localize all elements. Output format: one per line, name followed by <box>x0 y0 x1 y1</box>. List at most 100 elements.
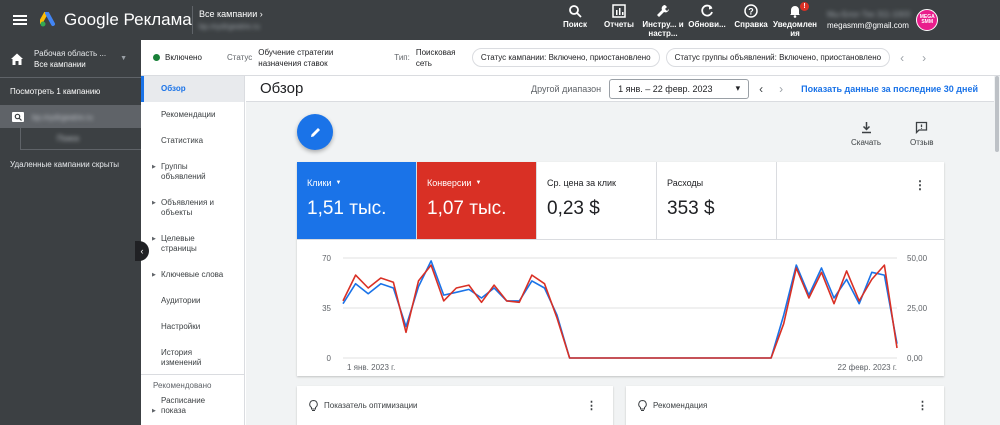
metric-conversions[interactable]: Конверсии ▼ 1,07 тыс. <box>417 162 537 239</box>
more-vert-icon[interactable]: ⋮ <box>586 399 597 412</box>
scrollbar-thumb[interactable] <box>995 76 999 152</box>
nav-item-overview[interactable]: Обзор <box>141 76 244 102</box>
nav-item-ad-groups[interactable]: ▶ Группы объявлений <box>141 162 225 182</box>
main-content: Обзор Другой диапазон 1 янв. – 22 февр. … <box>246 76 1000 425</box>
metric-value: 0,23 $ <box>547 198 600 219</box>
expand-arrow-icon: ▶ <box>152 200 156 206</box>
nav-item-keywords[interactable]: ▶ Ключевые слова <box>141 270 244 280</box>
type-value: Поисковая сеть <box>416 47 466 69</box>
nav-item-settings[interactable]: Настройки <box>141 322 244 332</box>
type-label: Тип: <box>394 53 410 62</box>
more-vert-icon[interactable]: ⋮ <box>914 162 944 239</box>
chevron-left-icon[interactable]: ‹ <box>900 51 904 65</box>
metric-clicks[interactable]: Клики ▼ 1,51 тыс. <box>297 162 417 239</box>
chevron-right-icon[interactable]: › <box>922 51 926 65</box>
chart-y-tick-right: 0,00 <box>907 354 923 363</box>
menu-icon[interactable] <box>0 0 40 40</box>
top-actions: Поиск Отчеты Инстру... и настр... Обнови… <box>553 0 817 40</box>
expand-arrow-icon: ▶ <box>152 408 156 414</box>
tools-button[interactable]: Инстру... и настр... <box>641 4 685 38</box>
expand-arrow-icon: ▶ <box>152 164 156 170</box>
metric-label: Ср. цена за клик <box>547 178 616 188</box>
previous-range-button[interactable]: ‹ <box>759 82 763 96</box>
recommendation-card: Рекомендация ⋮ <box>626 386 944 425</box>
edit-fab-button[interactable] <box>297 114 333 150</box>
metric-value: 353 $ <box>667 198 715 219</box>
notifications-button-label: Уведомлен ия <box>773 20 817 38</box>
type-value-line1: Поисковая <box>415 47 456 57</box>
pencil-icon <box>310 127 320 137</box>
nav-item-label: Расписание показа <box>161 396 206 415</box>
view-campaigns-link[interactable]: Посмотреть 1 кампанию <box>0 78 141 106</box>
campaign-switcher[interactable]: Все кампании › bp.mydrgeatre.ru <box>193 9 553 31</box>
tools-icon <box>657 5 669 17</box>
nav-item-insights[interactable]: Статистика <box>141 136 244 146</box>
logo[interactable]: Google Реклама <box>40 10 192 30</box>
search-button[interactable]: Поиск <box>553 4 597 29</box>
account-email: megasmm@gmail.com <box>827 21 909 30</box>
feedback-label: Отзыв <box>910 138 934 147</box>
feedback-button[interactable]: Отзыв <box>910 121 934 147</box>
chart-x-tick: 1 янв. 2023 г. <box>347 363 395 372</box>
page-scrollbar[interactable] <box>994 76 1000 425</box>
help-button[interactable]: ? Справка <box>729 4 773 29</box>
chart-y-tick-right: 25,00 <box>907 304 928 313</box>
notifications-button[interactable]: ! Уведомлен ия <box>773 2 817 38</box>
nav-item-change-history[interactable]: История изменений <box>141 348 225 368</box>
reports-button-label: Отчеты <box>604 20 634 29</box>
avatar[interactable]: MEGA SMM <box>916 9 939 31</box>
metric-cost[interactable]: Расходы 353 $ <box>657 162 777 239</box>
chart-y-tick-right: 50,00 <box>907 254 928 263</box>
nav-item-label: История изменений <box>161 348 202 367</box>
top-bar: Google Реклама Все кампании › bp.mydrgea… <box>0 0 1000 40</box>
workspace-label: Рабочая область ... <box>34 48 107 58</box>
account-menu[interactable]: Мы-Блог-Тех 311-1003 megasmm@gmail.com M… <box>827 9 939 31</box>
campaign-status-filter-chip[interactable]: Статус кампании: Включено, приостановлен… <box>471 48 660 67</box>
chart-y-tick-left: 0 <box>327 354 332 363</box>
refresh-button[interactable]: Обнови... <box>685 4 729 29</box>
sidebar-item-adgroup[interactable]: Поиск <box>20 128 141 150</box>
lightbulb-icon <box>309 400 318 411</box>
status-dot-icon <box>153 54 160 61</box>
nav-item-label: Обзор <box>161 84 186 93</box>
workspace-selector[interactable]: Рабочая область ... Все кампании ▼ <box>0 40 141 78</box>
nav-item-landing-pages[interactable]: ▶ Целевые страницы <box>141 234 225 254</box>
nav-item-label: Целевые страницы <box>161 234 197 253</box>
date-range-label: Другой диапазон <box>530 83 602 94</box>
expand-arrow-icon: ▶ <box>152 272 156 278</box>
logo-text: Google Реклама <box>64 10 192 29</box>
enabled-status[interactable]: Включено <box>141 53 227 62</box>
lightbulb-icon <box>638 400 647 411</box>
download-button[interactable]: Скачать <box>851 121 881 147</box>
nav-item-label: Настройки <box>161 322 201 331</box>
campaign-switcher-account: bp.mydrgeatre.ru <box>199 22 260 31</box>
metric-avg-cpc[interactable]: Ср. цена за клик 0,23 $ <box>537 162 657 239</box>
nav-item-audiences[interactable]: Аудитории <box>141 296 244 306</box>
nav-item-label: Аудитории <box>161 296 201 305</box>
home-icon <box>11 53 23 65</box>
page-title: Обзор <box>260 80 304 97</box>
sidebar-item-campaign[interactable]: bp.mydrgeatre.ru <box>0 106 141 128</box>
more-vert-icon[interactable]: ⋮ <box>917 399 928 412</box>
reports-button[interactable]: Отчеты <box>597 4 641 29</box>
search-button-label: Поиск <box>562 20 587 29</box>
tools-button-label: Инстру... и настр... <box>642 20 684 38</box>
adgroup-status-filter-chip[interactable]: Статус группы объявлений: Включено, прио… <box>665 48 891 67</box>
chart-y-tick-left: 70 <box>322 254 331 263</box>
recommendation-title: Рекомендация <box>653 401 708 410</box>
reports-icon <box>612 4 626 18</box>
caret-down-icon: ▼ <box>335 180 342 186</box>
last-30-days-link[interactable]: Показать данные за последние 30 дней <box>801 84 978 94</box>
notification-badge: ! <box>800 2 809 11</box>
nav-item-label: Ключевые слова <box>161 270 224 279</box>
metric-value: 1,07 тыс. <box>427 198 507 219</box>
nav-item-label: Рекомендации <box>161 110 216 119</box>
next-range-button[interactable]: › <box>779 82 783 96</box>
date-range-select[interactable]: 1 янв. – 22 февр. 2023 ▾ <box>609 78 750 99</box>
nav-item-recommendations[interactable]: Рекомендации <box>141 110 244 120</box>
nav-item-ads-assets[interactable]: ▶ Объявления и объекты <box>141 198 225 218</box>
workspace-value: Все кампании <box>34 59 86 69</box>
refresh-button-label: Обнови... <box>688 20 726 29</box>
hidden-campaigns-note: Удаленные кампании скрыты <box>10 160 120 169</box>
nav-item-ad-schedule[interactable]: ▶ Расписание показа <box>141 396 225 416</box>
